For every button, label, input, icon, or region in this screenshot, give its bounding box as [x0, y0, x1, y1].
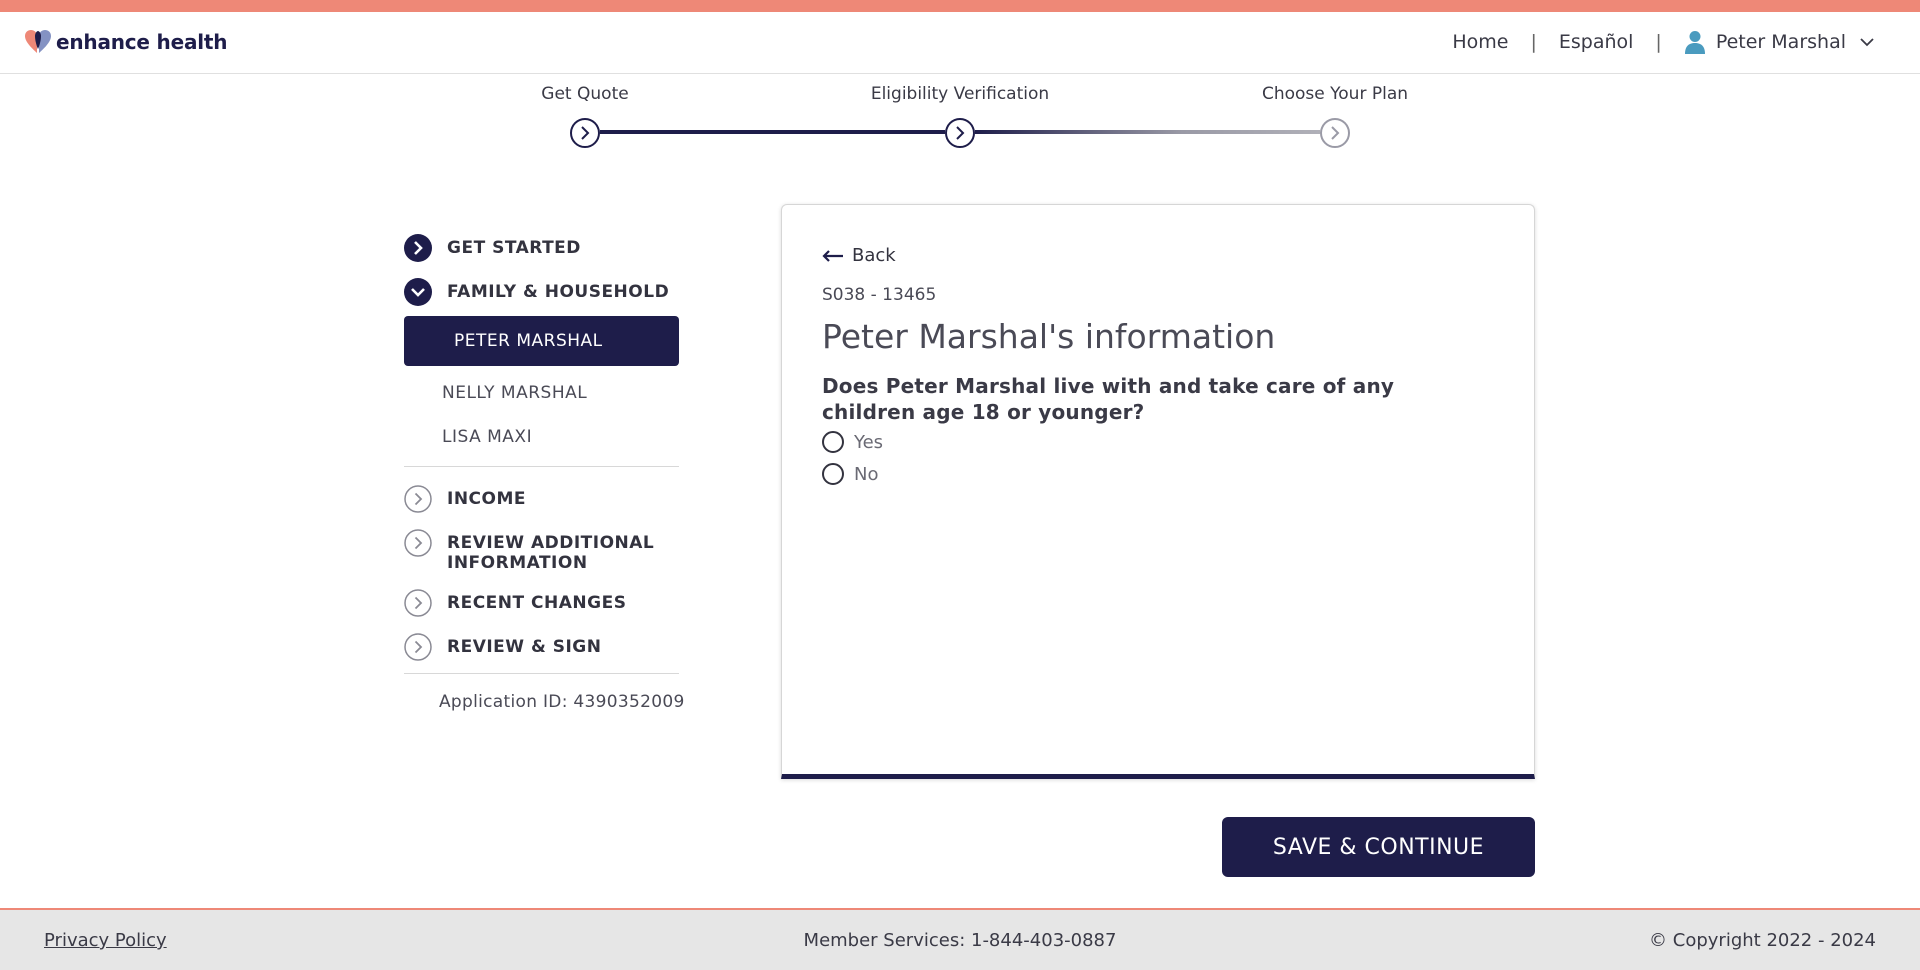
chevron-down-filled-icon	[404, 278, 432, 306]
chevron-right-icon	[956, 126, 965, 140]
top-accent-stripe	[0, 0, 1920, 12]
sidebar-member-lisa-maxi[interactable]: LISA MAXI	[404, 422, 694, 466]
chevron-right-outline-icon	[404, 589, 432, 617]
sidebar-section-income[interactable]: INCOME	[404, 485, 694, 513]
radio-option-no[interactable]: No	[822, 463, 878, 485]
chevron-right-outline-icon	[404, 485, 432, 513]
user-icon	[1684, 31, 1705, 54]
chevron-right-icon	[1331, 126, 1340, 140]
sidebar-member-nelly-marshal[interactable]: NELLY MARSHAL	[404, 378, 694, 422]
sidebar-member-peter-marshal[interactable]: PETER MARSHAL	[404, 316, 679, 366]
step-circle-eligibility[interactable]	[945, 118, 975, 148]
chevron-right-filled-icon	[404, 234, 432, 262]
arrow-left-icon	[822, 249, 843, 262]
user-name: Peter Marshal	[1715, 31, 1846, 53]
radio-option-yes[interactable]: Yes	[822, 431, 883, 453]
chevron-right-outline-icon	[404, 633, 432, 661]
home-link[interactable]: Home	[1452, 31, 1508, 53]
top-nav: Home | Español | Peter Marshal	[1452, 30, 1884, 54]
page-title: Peter Marshal's information	[822, 317, 1276, 356]
language-toggle-link[interactable]: Español	[1559, 31, 1634, 53]
radio-button[interactable]	[822, 431, 844, 453]
copyright-text: © Copyright 2022 - 2024	[1649, 930, 1876, 951]
sidebar-divider	[404, 673, 679, 674]
application-sidebar: GET STARTED FAMILY & HOUSEHOLD PETER MAR…	[404, 234, 694, 712]
brand-name: enhance health	[56, 30, 228, 54]
chevron-right-icon	[581, 126, 590, 140]
chevron-down-icon	[1860, 38, 1874, 47]
sidebar-section-label: REVIEW & SIGN	[447, 637, 602, 657]
footer: Privacy Policy Member Services: 1-844-40…	[0, 908, 1920, 970]
sidebar-section-review-sign[interactable]: REVIEW & SIGN	[404, 633, 694, 661]
sidebar-section-family-household[interactable]: FAMILY & HOUSEHOLD	[404, 278, 694, 306]
sidebar-section-recent-changes[interactable]: RECENT CHANGES	[404, 589, 694, 617]
application-id: Application ID: 4390352009	[439, 692, 685, 712]
step-connector-complete	[600, 130, 945, 134]
logo[interactable]: enhance health	[24, 29, 228, 55]
sidebar-section-label: RECENT CHANGES	[447, 593, 627, 613]
heart-logo-icon	[25, 30, 51, 53]
sidebar-divider	[404, 466, 679, 467]
screen-code: S038 - 13465	[822, 285, 937, 305]
step-circle-get-quote[interactable]	[570, 118, 600, 148]
step-connector-upcoming	[975, 130, 1320, 134]
sidebar-section-review-additional[interactable]: REVIEW ADDITIONAL INFORMATION	[404, 529, 694, 573]
back-label: Back	[852, 245, 896, 266]
question-text: Does Peter Marshal live with and take ca…	[822, 374, 1395, 424]
sidebar-section-label: FAMILY & HOUSEHOLD	[447, 282, 670, 302]
back-link[interactable]: Back	[822, 245, 896, 266]
radio-label: Yes	[854, 431, 884, 453]
step-label-eligibility: Eligibility Verification	[870, 84, 1050, 104]
privacy-policy-link[interactable]: Privacy Policy	[44, 930, 167, 951]
step-label-choose-plan: Choose Your Plan	[1261, 84, 1409, 104]
sidebar-section-label: INCOME	[447, 489, 527, 509]
header: enhance health Home | Español | Peter Ma…	[0, 12, 1920, 74]
step-circle-choose-plan[interactable]	[1320, 118, 1350, 148]
sidebar-section-get-started[interactable]: GET STARTED	[404, 234, 694, 262]
nav-separator: |	[1530, 31, 1537, 53]
sidebar-section-label: REVIEW ADDITIONAL INFORMATION	[447, 533, 655, 573]
chevron-right-outline-icon	[404, 529, 432, 557]
user-menu[interactable]: Peter Marshal	[1684, 30, 1884, 54]
radio-button[interactable]	[822, 463, 844, 485]
member-info-card: Back S038 - 13465 Peter Marshal's inform…	[781, 204, 1535, 779]
step-label-get-quote: Get Quote	[541, 84, 629, 104]
save-continue-button[interactable]: SAVE & CONTINUE	[1222, 817, 1535, 877]
sidebar-section-label: GET STARTED	[447, 238, 581, 258]
member-services-text: Member Services: 1-844-403-0887	[803, 930, 1117, 951]
radio-label: No	[854, 463, 879, 485]
nav-separator: |	[1655, 31, 1662, 53]
